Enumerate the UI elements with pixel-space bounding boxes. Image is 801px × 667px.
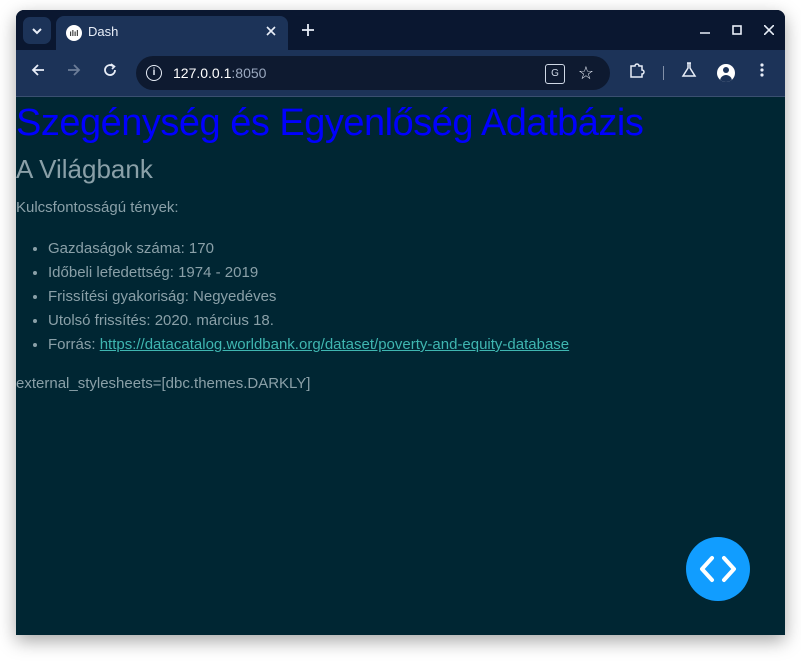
info-icon[interactable]: i [146, 65, 162, 81]
avatar-icon[interactable] [717, 64, 735, 82]
tab-title: Dash [88, 24, 119, 39]
url-port: :8050 [231, 65, 267, 81]
forward-button[interactable] [63, 62, 85, 84]
labs-button[interactable] [678, 62, 700, 84]
tab-search-button[interactable] [23, 17, 51, 44]
tab-close-button[interactable] [262, 22, 280, 40]
arrow-right-icon [68, 64, 81, 76]
star-icon[interactable]: ☆ [576, 63, 596, 83]
list-item: Utolsó frissítés: 2020. március 18. [48, 309, 569, 333]
browser-toolbar: i 127.0.0.1:8050 G ☆ [16, 50, 785, 97]
list-item-source: Forrás: https://datacatalog.worldbank.or… [48, 333, 569, 357]
close-icon [763, 24, 775, 36]
stylesheets-note: external_stylesheets=[dbc.themes.DARKLY] [16, 375, 311, 392]
list-item: Időbeli lefedettség: 1974 - 2019 [48, 261, 569, 285]
page-subtitle: A Világbank [16, 154, 153, 184]
browser-window: ılıl Dash i 127.0.0.1:8050 G ☆ Szegénysé… [16, 10, 785, 635]
list-item: Frissítési gyakoriság: Negyedéves [48, 285, 569, 309]
address-bar[interactable]: i 127.0.0.1:8050 G ☆ [136, 56, 610, 90]
new-tab-button[interactable] [298, 20, 318, 40]
reload-button[interactable] [99, 62, 121, 84]
back-button[interactable] [27, 62, 49, 84]
close-window-button[interactable] [759, 20, 779, 40]
minimize-icon [700, 32, 710, 34]
maximize-icon [732, 25, 742, 35]
page-content: Szegénység és Egyenlőség Adatbázis A Vil… [16, 97, 785, 635]
url-host: 127.0.0.1 [173, 65, 232, 81]
extensions-button[interactable] [626, 62, 648, 84]
source-label: Forrás: [48, 336, 100, 353]
menu-button[interactable] [751, 62, 773, 84]
plus-icon [302, 24, 314, 36]
source-link[interactable]: https://datacatalog.worldbank.org/datase… [100, 336, 569, 353]
reload-icon [104, 63, 116, 76]
dash-debug-button[interactable] [686, 537, 750, 601]
code-brackets-icon [700, 556, 736, 582]
toolbar-divider [663, 66, 664, 80]
translate-icon[interactable]: G [545, 64, 565, 84]
page-title: Szegénység és Egyenlőség Adatbázis [16, 102, 644, 144]
tab-dash[interactable]: ılıl Dash [56, 16, 288, 50]
arrow-left-icon [31, 64, 44, 76]
url-text[interactable]: 127.0.0.1:8050 [173, 65, 266, 81]
puzzle-icon [630, 63, 645, 78]
chevron-down-icon [32, 27, 42, 34]
close-icon [266, 26, 276, 36]
dash-favicon-icon: ılıl [66, 25, 82, 41]
list-item: Gazdaságok száma: 170 [48, 237, 569, 261]
minimize-button[interactable] [695, 20, 715, 40]
kebab-menu-icon [760, 63, 764, 77]
maximize-button[interactable] [727, 20, 747, 40]
facts-label: Kulcsfontosságú tények: [16, 199, 179, 216]
facts-list: Gazdaságok száma: 170 Időbeli lefedettsé… [16, 237, 569, 357]
tab-strip: ılıl Dash [16, 10, 785, 50]
flask-icon [681, 62, 697, 77]
